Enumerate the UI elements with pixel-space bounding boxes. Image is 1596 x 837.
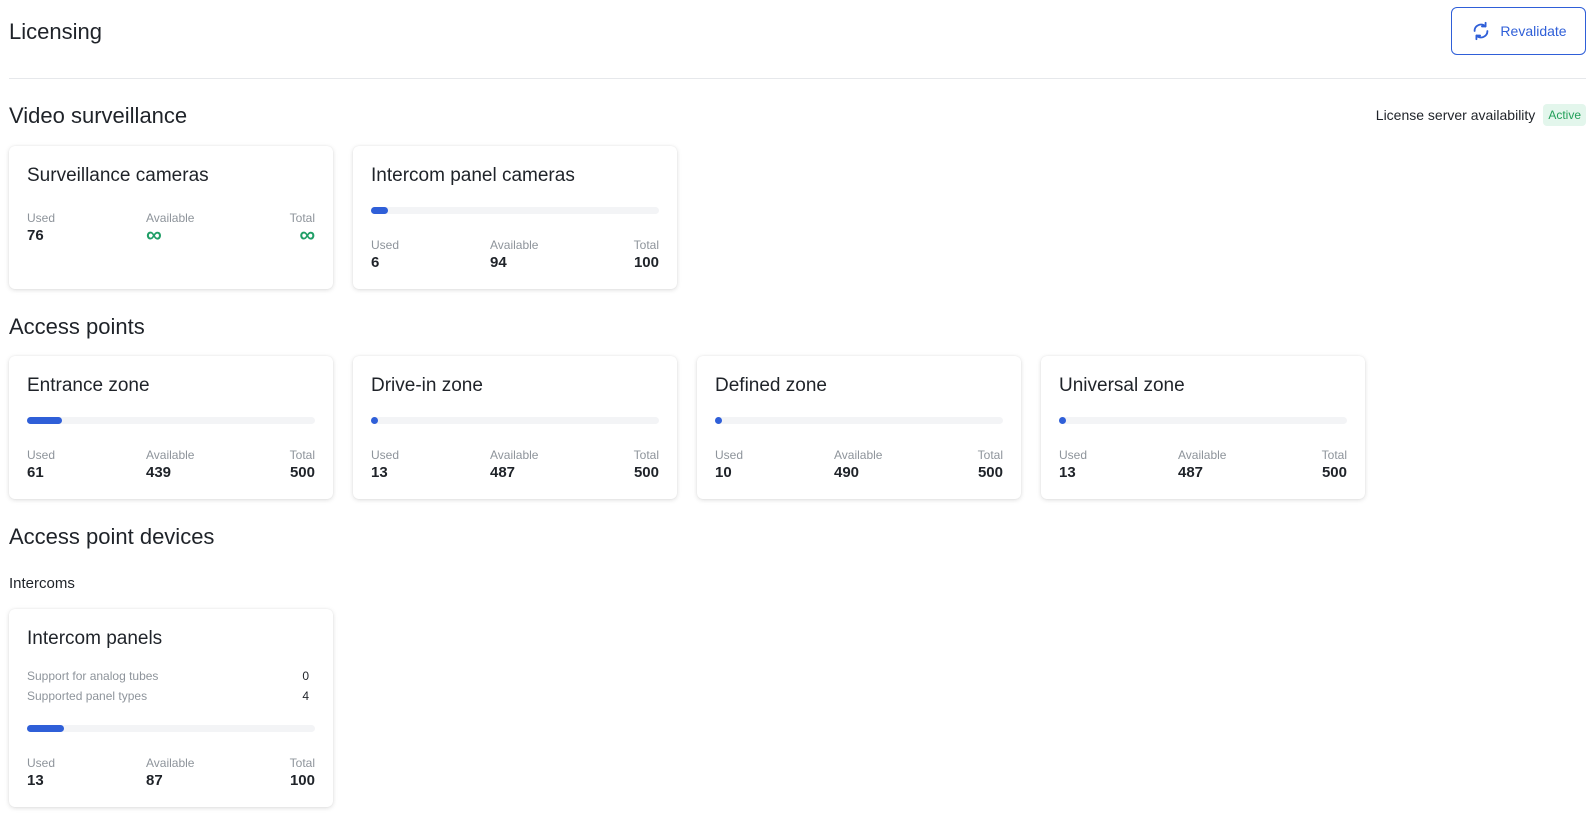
card-stats: Used 13 Available 487 Total 500 bbox=[1059, 448, 1347, 482]
license-server-status: License server availability Active bbox=[1376, 104, 1586, 126]
stat-total: Total 100 bbox=[289, 756, 315, 789]
stat-total: Total 500 bbox=[977, 448, 1003, 481]
stat-available: Available 94 bbox=[490, 238, 539, 271]
revalidate-label: Revalidate bbox=[1500, 23, 1567, 39]
card-title: Defined zone bbox=[715, 375, 827, 396]
usage-bar bbox=[371, 207, 659, 214]
used-value: 76 bbox=[27, 227, 44, 244]
card-stats: Used 61 Available 439 Total 500 bbox=[27, 448, 315, 482]
card-title: Universal zone bbox=[1059, 375, 1185, 396]
refresh-icon bbox=[1474, 21, 1489, 41]
usage-bar bbox=[371, 417, 659, 424]
usage-bar-fill bbox=[371, 417, 378, 424]
stat-used: Used 13 bbox=[27, 756, 56, 789]
stat-used: Used 76 bbox=[27, 211, 56, 244]
card-universal-zone: Universal zone Used 13 Available 487 Tot… bbox=[1041, 356, 1365, 499]
stat-available: Available ∞ bbox=[146, 211, 195, 247]
usage-bar-fill bbox=[715, 417, 722, 424]
card-surveillance-cameras: Surveillance cameras Used 76 Available ∞… bbox=[9, 146, 333, 289]
section-title-devices: Access point devices bbox=[9, 524, 215, 549]
section-title-access-points: Access points bbox=[9, 314, 145, 339]
server-status-label: License server availability bbox=[1375, 107, 1536, 123]
stat-total: Total 500 bbox=[1321, 448, 1347, 481]
stat-available: Available 487 bbox=[1178, 448, 1227, 481]
card-title: Surveillance cameras bbox=[27, 165, 209, 186]
usage-bar bbox=[27, 417, 315, 424]
card-title: Intercom panels bbox=[27, 628, 163, 649]
stat-used: Used 6 bbox=[371, 238, 400, 271]
usage-bar-fill bbox=[27, 725, 64, 732]
infinity-icon: ∞ bbox=[299, 222, 315, 247]
stat-available: Available 439 bbox=[146, 448, 195, 481]
page-header: Licensing Revalidate bbox=[9, 0, 1586, 79]
card-title: Entrance zone bbox=[27, 375, 150, 396]
usage-bar bbox=[715, 417, 1003, 424]
stat-total: Total 500 bbox=[289, 448, 315, 481]
stat-used: Used 10 bbox=[715, 448, 744, 481]
card-title: Intercom panel cameras bbox=[371, 165, 575, 186]
card-stats: Used 76 Available ∞ Total ∞ bbox=[27, 211, 315, 247]
feature-row: Support for analog tubes 0 bbox=[27, 669, 309, 683]
page-title: Licensing bbox=[9, 19, 102, 44]
card-entrance-zone: Entrance zone Used 61 Available 439 Tota… bbox=[9, 356, 333, 499]
feature-row: Supported panel types 4 bbox=[27, 689, 309, 703]
usage-bar bbox=[27, 725, 315, 732]
stat-used: Used 61 bbox=[27, 448, 56, 481]
card-drive-in-zone: Drive-in zone Used 13 Available 487 Tota… bbox=[353, 356, 677, 499]
stat-total: Total ∞ bbox=[289, 211, 315, 247]
usage-bar-fill bbox=[27, 417, 62, 424]
card-defined-zone: Defined zone Used 10 Available 490 Total… bbox=[697, 356, 1021, 499]
revalidate-button[interactable]: Revalidate bbox=[1451, 7, 1586, 55]
card-intercom-panels: Intercom panels Support for analog tubes… bbox=[9, 609, 333, 807]
stat-total: Total 100 bbox=[633, 238, 659, 271]
stat-available: Available 487 bbox=[490, 448, 539, 481]
card-stats: Used 10 Available 490 Total 500 bbox=[715, 448, 1003, 482]
stat-used: Used 13 bbox=[1059, 448, 1088, 481]
card-stats: Used 6 Available 94 Total 100 bbox=[371, 238, 659, 272]
card-intercom-panel-cameras: Intercom panel cameras Used 6 Available … bbox=[353, 146, 677, 289]
stat-available: Available 490 bbox=[834, 448, 883, 481]
card-stats: Used 13 Available 487 Total 500 bbox=[371, 448, 659, 482]
stat-available: Available 87 bbox=[146, 756, 195, 789]
stat-used: Used 13 bbox=[371, 448, 400, 481]
section-title-video: Video surveillance bbox=[9, 103, 188, 128]
card-title: Drive-in zone bbox=[371, 375, 483, 396]
stat-total: Total 500 bbox=[633, 448, 659, 481]
usage-bar-fill bbox=[371, 207, 388, 214]
infinity-icon: ∞ bbox=[146, 222, 162, 247]
subsection-title-intercoms: Intercoms bbox=[9, 575, 75, 592]
card-stats: Used 13 Available 87 Total 100 bbox=[27, 756, 315, 790]
status-badge: Active bbox=[1543, 104, 1586, 126]
usage-bar bbox=[1059, 417, 1347, 424]
usage-bar-fill bbox=[1059, 417, 1066, 424]
